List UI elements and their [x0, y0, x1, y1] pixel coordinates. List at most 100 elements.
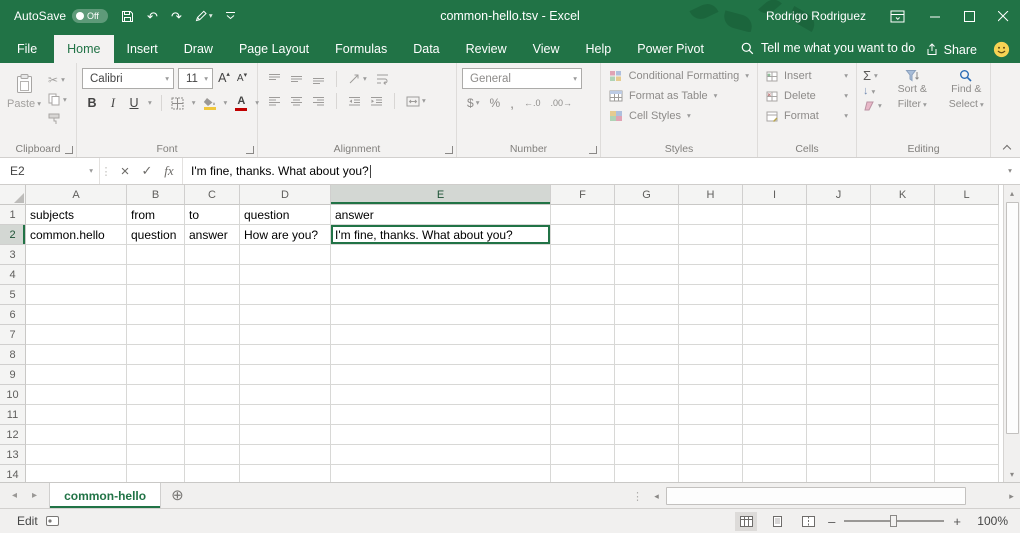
cell-L2[interactable]: [935, 225, 999, 245]
formula-input[interactable]: I'm fine, thanks. What about you?: [183, 158, 1000, 184]
row-header-5[interactable]: 5: [0, 285, 26, 305]
font-size-combo[interactable]: 11: [178, 68, 213, 89]
cell-G3[interactable]: [615, 245, 679, 265]
undo-button[interactable]: [147, 10, 158, 23]
name-box[interactable]: E2: [0, 158, 100, 184]
cell-L14[interactable]: [935, 465, 999, 482]
cell-L5[interactable]: [935, 285, 999, 305]
cell-I5[interactable]: [743, 285, 807, 305]
cell-C3[interactable]: [185, 245, 240, 265]
previous-sheet-button[interactable]: [12, 490, 17, 501]
cell-A14[interactable]: [26, 465, 127, 482]
zoom-out-button[interactable]: [828, 514, 835, 529]
merge-center-button[interactable]: [406, 96, 426, 107]
cell-D13[interactable]: [240, 445, 331, 465]
cell-C6[interactable]: [185, 305, 240, 325]
maximize-button[interactable]: [952, 0, 986, 32]
scroll-down-button[interactable]: [1004, 466, 1020, 482]
cell-J5[interactable]: [807, 285, 871, 305]
cell-C2[interactable]: answer: [185, 225, 240, 245]
wrap-text-button[interactable]: [376, 73, 389, 85]
cell-styles-button[interactable]: Cell Styles: [603, 106, 755, 126]
cell-E4[interactable]: [331, 265, 551, 285]
row-header-7[interactable]: 7: [0, 325, 26, 345]
shrink-font-button[interactable]: A▾: [235, 74, 249, 84]
cell-C13[interactable]: [185, 445, 240, 465]
cell-J4[interactable]: [807, 265, 871, 285]
cell-A2[interactable]: common.hello: [26, 225, 127, 245]
cell-E12[interactable]: [331, 425, 551, 445]
cell-C14[interactable]: [185, 465, 240, 482]
cell-H14[interactable]: [679, 465, 743, 482]
vertical-scrollbar[interactable]: [1003, 185, 1020, 482]
next-sheet-button[interactable]: [32, 490, 37, 501]
cell-E9[interactable]: [331, 365, 551, 385]
column-header-G[interactable]: G: [615, 185, 679, 205]
column-header-J[interactable]: J: [807, 185, 871, 205]
cell-E3[interactable]: [331, 245, 551, 265]
cell-F14[interactable]: [551, 465, 615, 482]
cell-H5[interactable]: [679, 285, 743, 305]
cell-F5[interactable]: [551, 285, 615, 305]
clipboard-dialog-launcher[interactable]: [65, 146, 73, 154]
autosum-button[interactable]: Σ: [863, 69, 882, 82]
cell-E10[interactable]: [331, 385, 551, 405]
cell-E13[interactable]: [331, 445, 551, 465]
fill-color-button[interactable]: [203, 97, 217, 110]
cell-J9[interactable]: [807, 365, 871, 385]
cell-I10[interactable]: [743, 385, 807, 405]
cell-J13[interactable]: [807, 445, 871, 465]
normal-view-button[interactable]: [735, 512, 757, 531]
cell-A5[interactable]: [26, 285, 127, 305]
cell-B5[interactable]: [127, 285, 185, 305]
cell-A10[interactable]: [26, 385, 127, 405]
sort-filter-button[interactable]: Sort & Filter: [887, 66, 938, 141]
borders-button[interactable]: [171, 97, 185, 110]
cell-J12[interactable]: [807, 425, 871, 445]
column-header-F[interactable]: F: [551, 185, 615, 205]
row-header-12[interactable]: 12: [0, 425, 26, 445]
cell-J14[interactable]: [807, 465, 871, 482]
cell-K9[interactable]: [871, 365, 935, 385]
cell-B2[interactable]: question: [127, 225, 185, 245]
cell-L6[interactable]: [935, 305, 999, 325]
align-middle-button[interactable]: [290, 73, 303, 85]
cell-H6[interactable]: [679, 305, 743, 325]
ribbon-display-options-button[interactable]: [880, 0, 914, 32]
format-as-table-button[interactable]: Format as Table: [603, 86, 755, 106]
cell-F10[interactable]: [551, 385, 615, 405]
zoom-level[interactable]: 100%: [970, 514, 1008, 528]
cell-E5[interactable]: [331, 285, 551, 305]
cell-D9[interactable]: [240, 365, 331, 385]
column-header-B[interactable]: B: [127, 185, 185, 205]
close-button[interactable]: [986, 0, 1020, 32]
select-all-button[interactable]: [0, 185, 26, 205]
column-header-L[interactable]: L: [935, 185, 999, 205]
cell-G8[interactable]: [615, 345, 679, 365]
formula-bar-expand-button[interactable]: [1000, 158, 1020, 184]
tab-splitter-handle[interactable]: [627, 490, 648, 503]
column-header-A[interactable]: A: [26, 185, 127, 205]
paste-button[interactable]: Paste: [2, 66, 46, 141]
row-header-8[interactable]: 8: [0, 345, 26, 365]
cell-D6[interactable]: [240, 305, 331, 325]
cell-C10[interactable]: [185, 385, 240, 405]
column-header-C[interactable]: C: [185, 185, 240, 205]
cell-J2[interactable]: [807, 225, 871, 245]
cell-K7[interactable]: [871, 325, 935, 345]
cell-B1[interactable]: from: [127, 205, 185, 225]
minimize-button[interactable]: [918, 0, 952, 32]
cell-I2[interactable]: [743, 225, 807, 245]
column-header-E[interactable]: E: [331, 185, 551, 205]
cell-A3[interactable]: [26, 245, 127, 265]
cell-D11[interactable]: [240, 405, 331, 425]
percent-style-button[interactable]: %: [489, 96, 500, 110]
cell-D7[interactable]: [240, 325, 331, 345]
cell-G9[interactable]: [615, 365, 679, 385]
cell-C1[interactable]: to: [185, 205, 240, 225]
cell-G2[interactable]: [615, 225, 679, 245]
cell-F6[interactable]: [551, 305, 615, 325]
cell-F12[interactable]: [551, 425, 615, 445]
cell-G13[interactable]: [615, 445, 679, 465]
cell-F4[interactable]: [551, 265, 615, 285]
